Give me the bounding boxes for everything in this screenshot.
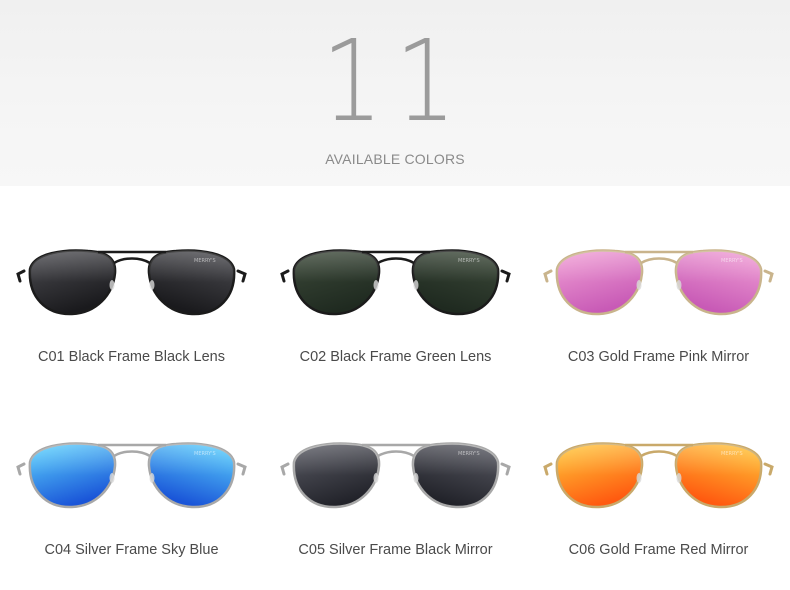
brand-mark: MERRY'S bbox=[458, 451, 480, 457]
nose-bridge bbox=[113, 450, 151, 458]
variant-label: C02 Black Frame Green Lens bbox=[299, 349, 492, 365]
brand-mark: MERRY'S bbox=[194, 451, 216, 457]
sunglasses-illustration: MERRY'S bbox=[16, 249, 247, 316]
right-temple bbox=[500, 462, 511, 476]
right-temple bbox=[500, 269, 511, 283]
variant-label: C06 Gold Frame Red Mirror bbox=[568, 542, 749, 558]
left-temple bbox=[543, 269, 553, 283]
left-temple bbox=[280, 269, 290, 283]
brand-mark: MERRY'S bbox=[194, 258, 216, 264]
nose-bridge bbox=[377, 450, 415, 458]
variant-tile[interactable]: MERRY'S C06 Gold Frame Red Mirror bbox=[527, 440, 790, 590]
color-count: 11 bbox=[321, 17, 469, 147]
nose-bridge bbox=[640, 450, 678, 458]
variant-tile[interactable]: MERRY'S C04 Silver Frame Sky Blue bbox=[0, 440, 263, 590]
variant-tile[interactable]: MERRY'S C05 Silver Frame Black Mirror bbox=[264, 440, 527, 590]
right-temple bbox=[236, 462, 247, 476]
sunglasses-illustration: MERRY'S bbox=[280, 249, 511, 316]
subtitle: AVAILABLE COLORS bbox=[325, 151, 465, 167]
left-temple bbox=[16, 462, 26, 476]
nose-bridge bbox=[640, 257, 678, 265]
variant-tile[interactable]: MERRY'S C02 Black Frame Green Lens bbox=[264, 247, 527, 397]
variant-label: C03 Gold Frame Pink Mirror bbox=[567, 349, 750, 365]
sunglasses-illustration: MERRY'S bbox=[543, 249, 774, 316]
variant-label: C01 Black Frame Black Lens bbox=[38, 349, 225, 365]
left-temple bbox=[280, 462, 290, 476]
left-temple bbox=[543, 462, 553, 476]
variant-label: C04 Silver Frame Sky Blue bbox=[44, 542, 219, 558]
nose-bridge bbox=[377, 257, 415, 265]
header-banner: 11 AVAILABLE COLORS bbox=[0, 0, 790, 186]
nose-bridge bbox=[113, 257, 151, 265]
brand-mark: MERRY'S bbox=[721, 451, 743, 457]
sunglasses-illustration: MERRY'S bbox=[16, 442, 247, 509]
variant-label: C05 Silver Frame Black Mirror bbox=[298, 542, 493, 558]
right-temple bbox=[763, 269, 774, 283]
variant-tile[interactable]: MERRY'S C03 Gold Frame Pink Mirror bbox=[527, 247, 790, 397]
brand-mark: MERRY'S bbox=[458, 258, 480, 264]
brand-mark: MERRY'S bbox=[721, 258, 743, 264]
right-temple bbox=[763, 462, 774, 476]
sunglasses-illustration: MERRY'S bbox=[280, 442, 511, 509]
right-temple bbox=[236, 269, 247, 283]
left-temple bbox=[16, 269, 26, 283]
variant-tile[interactable]: MERRY'S C01 Black Frame Black Lens bbox=[0, 247, 263, 397]
sunglasses-illustration: MERRY'S bbox=[543, 442, 774, 509]
